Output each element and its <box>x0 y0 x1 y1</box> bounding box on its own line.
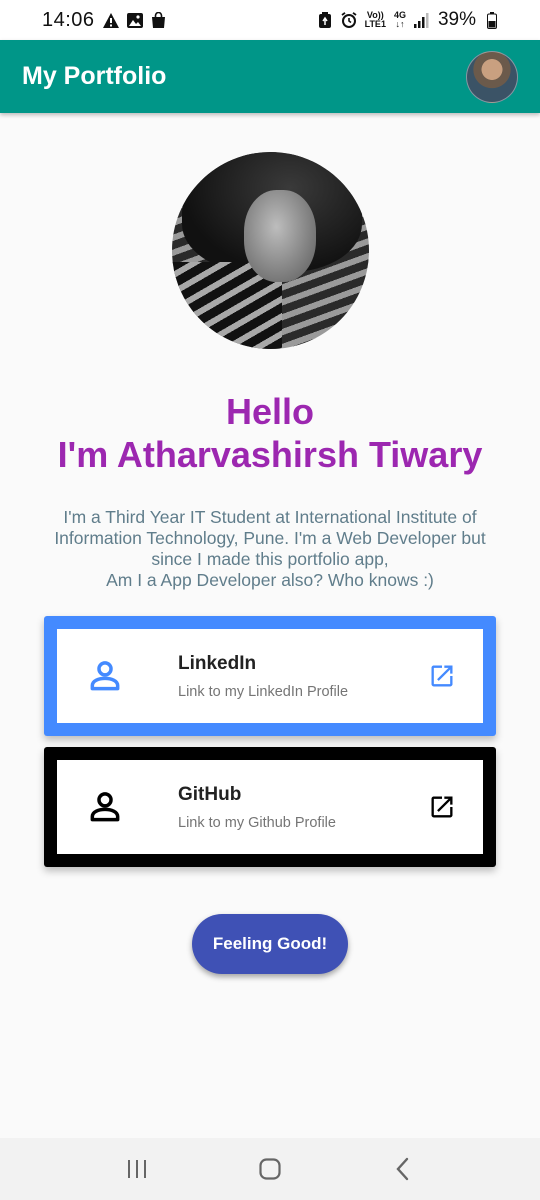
bio-line: I'm a Third Year IT Student at Internati… <box>63 507 477 527</box>
home-icon[interactable] <box>250 1149 290 1189</box>
bio-line: Am I a App Developer also? Who knows :) <box>106 570 434 590</box>
linkedin-card-body[interactable]: LinkedIn Link to my LinkedIn Profile <box>57 629 483 723</box>
profile-photo <box>172 152 369 349</box>
greeting-line-hello: Hello <box>225 391 314 432</box>
network-gen: 4G <box>393 10 406 20</box>
open-in-new-icon[interactable] <box>427 792 457 822</box>
person-icon <box>85 787 125 827</box>
status-time: 14:06 <box>42 8 95 31</box>
github-card-text: GitHub Link to my Github Profile <box>178 784 427 831</box>
linkedin-card[interactable]: LinkedIn Link to my LinkedIn Profile <box>44 616 496 736</box>
battery-icon <box>484 11 500 29</box>
status-right: Vo)) LTE1 4G ↓↑ 39% <box>317 9 500 31</box>
network-gen-indicator: 4G ↓↑ <box>393 10 406 29</box>
app-bar: My Portfolio <box>0 40 540 113</box>
volte-bottom: LTE1 <box>364 19 386 29</box>
feeling-good-button[interactable]: Feeling Good! <box>192 914 348 974</box>
github-card-title: GitHub <box>178 783 242 805</box>
recent-apps-icon[interactable] <box>117 1149 157 1189</box>
status-left: 14:06 <box>42 9 167 32</box>
back-icon[interactable] <box>383 1149 423 1189</box>
github-card-subtitle: Link to my Github Profile <box>178 814 336 831</box>
bio-line: since I made this portfolio app, <box>151 549 389 569</box>
github-card[interactable]: GitHub Link to my Github Profile <box>44 747 496 867</box>
signal-icon <box>413 12 430 28</box>
warning-icon <box>102 12 119 28</box>
person-icon <box>85 656 125 696</box>
linkedin-card-text: LinkedIn Link to my LinkedIn Profile <box>178 653 427 700</box>
system-nav-bar <box>0 1138 540 1200</box>
battery-percent: 39% <box>437 9 476 30</box>
photo-face <box>244 190 316 282</box>
open-in-new-icon[interactable] <box>427 661 457 691</box>
alarm-icon <box>341 12 357 28</box>
shopping-bag-icon <box>151 12 167 28</box>
greeting-line-name: I'm Atharvashirsh Tiwary <box>57 434 483 475</box>
linkedin-card-subtitle: Link to my LinkedIn Profile <box>178 683 349 700</box>
linkedin-card-title: LinkedIn <box>178 652 257 674</box>
app-title: My Portfolio <box>22 62 167 90</box>
gallery-icon <box>126 12 143 28</box>
status-bar: 14:06 Vo)) LTE1 4G ↓↑ 39% <box>0 0 540 40</box>
bio-line: Information Technology, Pune. I'm a Web … <box>54 528 486 548</box>
greeting-heading: Hello I'm Atharvashirsh Tiwary <box>0 390 540 476</box>
data-saver-icon <box>317 12 333 28</box>
github-card-body[interactable]: GitHub Link to my Github Profile <box>57 760 483 854</box>
bio-text: I'm a Third Year IT Student at Internati… <box>40 507 500 591</box>
avatar[interactable] <box>466 50 518 103</box>
volte-indicator: Vo)) LTE1 <box>365 11 386 29</box>
